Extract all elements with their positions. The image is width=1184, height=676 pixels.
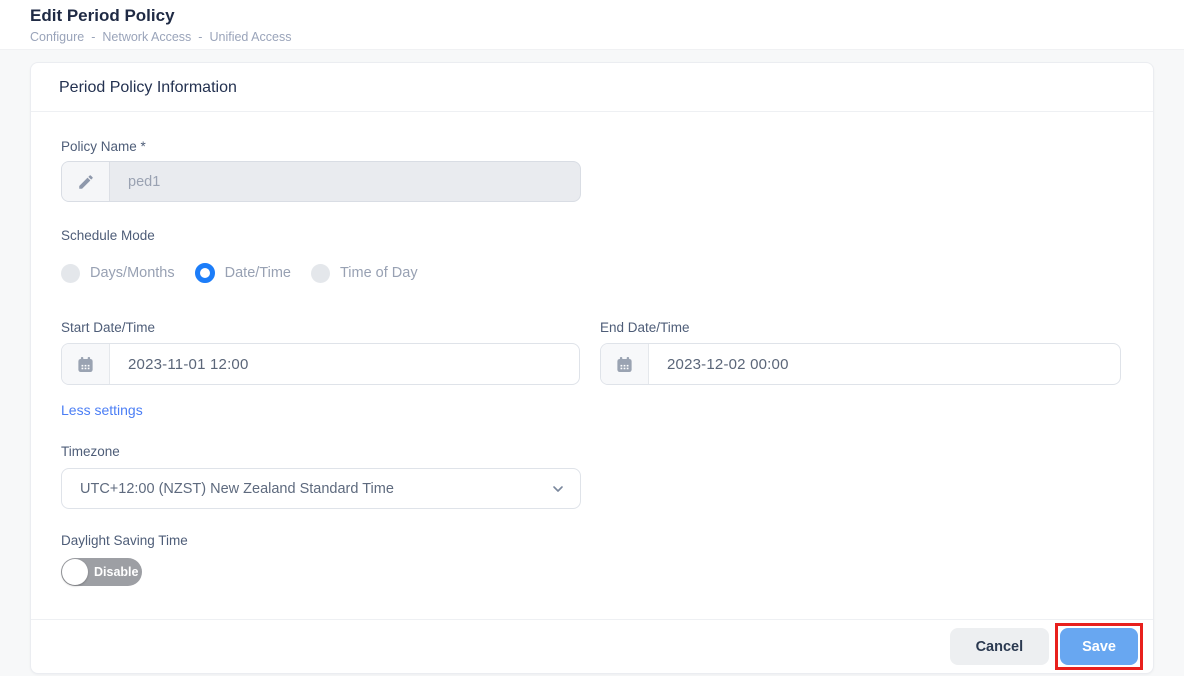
radio-date-time-label: Date/Time bbox=[224, 265, 291, 281]
radio-date-time[interactable]: Date/Time bbox=[194, 263, 291, 283]
cancel-button[interactable]: Cancel bbox=[949, 628, 1050, 665]
page-title: Edit Period Policy bbox=[30, 6, 175, 25]
card-body: Policy Name * ped1 Schedule Mode Days/Mo… bbox=[31, 112, 1153, 619]
timezone-label: Timezone bbox=[61, 444, 120, 459]
radio-time-of-day-label: Time of Day bbox=[339, 265, 418, 281]
radio-time-of-day[interactable]: Time of Day bbox=[310, 263, 418, 283]
breadcrumb-separator: - bbox=[91, 30, 96, 44]
start-datetime-value: 2023-11-01 12:00 bbox=[128, 355, 249, 373]
less-settings-link[interactable]: Less settings bbox=[61, 402, 143, 418]
radio-selected-icon[interactable] bbox=[194, 263, 215, 283]
radio-circle-icon[interactable] bbox=[310, 263, 330, 283]
start-datetime-input[interactable]: 2023-11-01 12:00 bbox=[61, 343, 580, 385]
toggle-knob[interactable] bbox=[62, 559, 88, 585]
chevron-down-icon bbox=[550, 481, 566, 497]
timezone-value: UTC+12:00 (NZST) New Zealand Standard Ti… bbox=[80, 480, 394, 497]
card-title: Period Policy Information bbox=[31, 63, 1153, 112]
card-footer: Cancel Save bbox=[31, 619, 1153, 673]
policy-name-input[interactable]: ped1 bbox=[61, 161, 581, 202]
breadcrumb-separator: - bbox=[198, 30, 203, 44]
policy-name-value: ped1 bbox=[128, 173, 161, 190]
end-datetime-label: End Date/Time bbox=[600, 320, 690, 335]
page-header: Edit Period Policy Configure - Network A… bbox=[0, 0, 1184, 50]
start-datetime-label: Start Date/Time bbox=[61, 320, 156, 335]
breadcrumb-item-configure[interactable]: Configure bbox=[30, 30, 84, 44]
radio-days-months[interactable]: Days/Months bbox=[61, 263, 175, 283]
daylight-saving-toggle[interactable]: Disable bbox=[61, 558, 142, 586]
policy-name-label: Policy Name * bbox=[61, 139, 146, 154]
pencil-icon bbox=[62, 162, 110, 201]
breadcrumb-item-network-access[interactable]: Network Access bbox=[102, 30, 191, 44]
period-policy-card: Period Policy Information Policy Name * … bbox=[30, 62, 1154, 674]
breadcrumb: Configure - Network Access - Unified Acc… bbox=[30, 30, 1184, 44]
breadcrumb-item-unified-access[interactable]: Unified Access bbox=[209, 30, 291, 44]
save-button[interactable]: Save bbox=[1060, 628, 1138, 665]
schedule-mode-label: Schedule Mode bbox=[61, 228, 155, 243]
end-datetime-value: 2023-12-02 00:00 bbox=[667, 355, 789, 373]
calendar-icon[interactable] bbox=[62, 344, 110, 384]
timezone-select[interactable]: UTC+12:00 (NZST) New Zealand Standard Ti… bbox=[61, 468, 581, 509]
end-datetime-input[interactable]: 2023-12-02 00:00 bbox=[600, 343, 1121, 385]
toggle-state-label: Disable bbox=[94, 565, 139, 579]
radio-days-months-label: Days/Months bbox=[90, 265, 175, 281]
radio-circle-icon[interactable] bbox=[61, 263, 80, 283]
datetime-row: Start Date/Time 2023-11-01 12:00 End Dat… bbox=[61, 319, 1121, 385]
calendar-icon[interactable] bbox=[601, 344, 649, 384]
daylight-saving-label: Daylight Saving Time bbox=[61, 533, 188, 548]
save-annotation-highlight: Save bbox=[1055, 623, 1143, 670]
schedule-mode-radio-group: Days/Months Date/Time Time of Day bbox=[61, 263, 1121, 283]
